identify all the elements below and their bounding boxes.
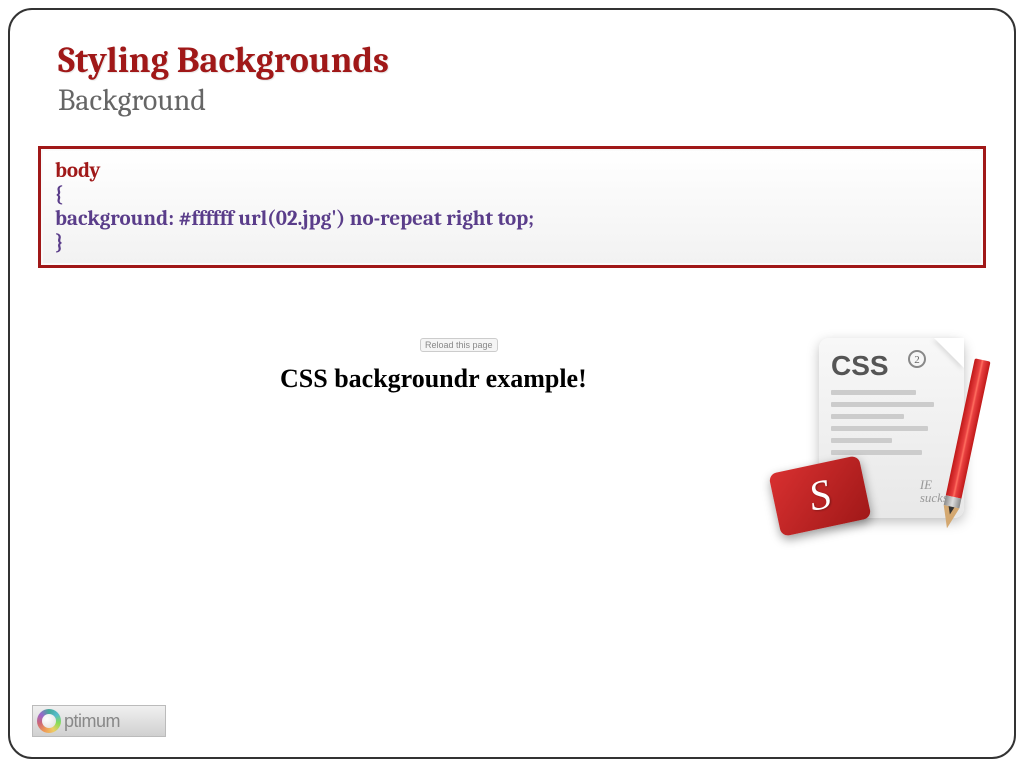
red-card-icon: S: [768, 455, 871, 537]
code-close-brace: }: [55, 231, 969, 255]
example-preview-area: Reload this page CSS backgroundr example…: [10, 338, 1014, 558]
logo-ring-icon: [37, 709, 61, 733]
page-fold-corner: [934, 338, 964, 368]
document-lines-icon: [831, 390, 952, 455]
logo-text: ptimum: [64, 711, 120, 732]
reload-button: Reload this page: [420, 338, 498, 352]
example-heading: CSS backgroundr example!: [280, 364, 587, 394]
optimum-logo: ptimum: [32, 705, 166, 737]
code-example-box: body { background: #ffffff url(02.jpg') …: [38, 146, 986, 268]
slide-title: Styling Backgrounds: [58, 40, 1014, 81]
css-version-badge: 2: [908, 350, 926, 368]
code-open-brace: {: [55, 183, 969, 207]
code-selector: body: [55, 159, 969, 183]
card-letter: S: [805, 470, 836, 521]
css-icon-illustration: CSS 2 IE sucks S: [774, 328, 964, 538]
slide-subtitle: Background: [58, 83, 1014, 118]
slide-frame: Styling Backgrounds Background body { ba…: [8, 8, 1016, 759]
code-property: background: #ffffff url(02.jpg') no-repe…: [55, 207, 969, 231]
